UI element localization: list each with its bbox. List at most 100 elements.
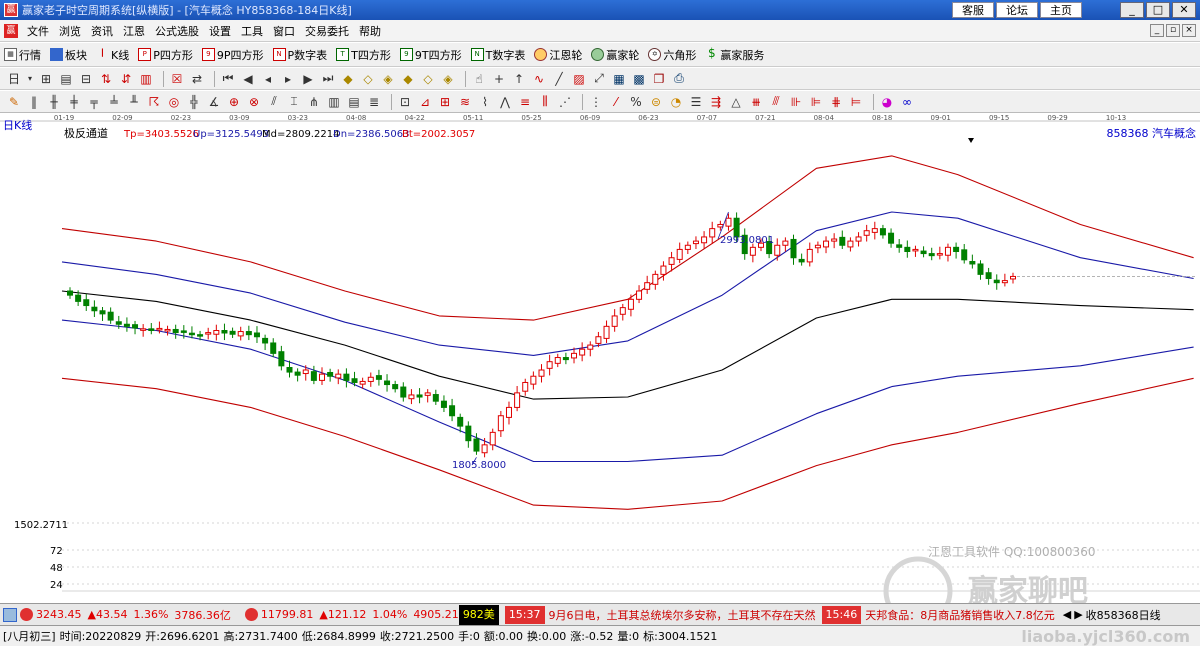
steps-icon[interactable]: ⊪ bbox=[788, 94, 804, 110]
spiral-icon[interactable]: ☈ bbox=[146, 94, 162, 110]
delete-indicator-icon[interactable]: ⊟ bbox=[78, 71, 94, 87]
text-lines-icon[interactable]: ☰ bbox=[688, 94, 704, 110]
slant-lines-icon[interactable]: ⫽ bbox=[266, 94, 282, 110]
toolbar-hexagon[interactable]: ✡ 六角形 bbox=[648, 47, 696, 63]
news1-text[interactable]: 9月6日电，土耳其总统埃尔多安称，土耳其不存在天然 bbox=[549, 607, 816, 623]
go-start-icon[interactable]: ⏮ bbox=[220, 71, 236, 87]
shift-left-icon[interactable]: ◈ bbox=[380, 71, 396, 87]
kline-bar-icon[interactable]: ⇅ bbox=[98, 71, 114, 87]
kline-hollow-icon[interactable]: ⇵ bbox=[118, 71, 134, 87]
sz-index[interactable]: 11799.81 bbox=[261, 608, 314, 621]
menu-info[interactable]: 资讯 bbox=[86, 23, 118, 39]
toolbar-9t-square[interactable]: 9 9T四方形 bbox=[399, 47, 462, 63]
child-minimize-button[interactable]: _ bbox=[1150, 24, 1164, 37]
toolbar-p-number-table[interactable]: N P数字表 bbox=[272, 47, 327, 63]
volume-icon[interactable]: ▥ bbox=[138, 71, 154, 87]
menu-help[interactable]: 帮助 bbox=[354, 23, 386, 39]
toolbar-t-number-table[interactable]: N T数字表 bbox=[470, 47, 525, 63]
toolbar-service[interactable]: $ 赢家服务 bbox=[705, 47, 764, 63]
toolbar-winner-wheel[interactable]: 赢家轮 bbox=[591, 47, 639, 63]
zoom-in-icon[interactable]: ◆ bbox=[340, 71, 356, 87]
fib-fan-icon[interactable]: ⋕ bbox=[828, 94, 844, 110]
service-link[interactable]: 客服 bbox=[952, 2, 994, 18]
measure-icon[interactable]: ▨ bbox=[571, 71, 587, 87]
go-end-icon[interactable]: ⏭ bbox=[320, 71, 336, 87]
line-draw-icon[interactable]: ╱ bbox=[551, 71, 567, 87]
menu-window[interactable]: 窗口 bbox=[268, 23, 300, 39]
comb-lines-icon[interactable]: ╤ bbox=[86, 94, 102, 110]
arrow-up-icon[interactable]: ↑ bbox=[511, 71, 527, 87]
parallel-lines-icon[interactable]: ╪ bbox=[66, 94, 82, 110]
forum-link[interactable]: 论坛 bbox=[996, 2, 1038, 18]
level-lines-icon[interactable]: ≡ bbox=[517, 94, 533, 110]
calendar-icon[interactable]: ▦ bbox=[611, 71, 627, 87]
toolbar-t-square[interactable]: T T四方形 bbox=[336, 47, 391, 63]
hand-pointer-icon[interactable]: ☝ bbox=[471, 71, 487, 87]
comb-red-icon[interactable]: ⫼ bbox=[537, 94, 553, 110]
color-wheel-icon[interactable]: ◕ bbox=[879, 94, 895, 110]
step-back-icon[interactable]: ◀ bbox=[240, 71, 256, 87]
vertical-grid-icon[interactable]: ⋮ bbox=[588, 94, 604, 110]
toolbar-sectors[interactable]: 板块 bbox=[50, 47, 87, 63]
clock-icon[interactable]: ◔ bbox=[668, 94, 684, 110]
fan-red-icon[interactable]: ⊿ bbox=[417, 94, 433, 110]
kline-chart[interactable]: 01-19 02-09 02-23 03-09 03-23 04-08 04-22 05-11… bbox=[0, 113, 1200, 626]
wave-icon[interactable]: ∿ bbox=[531, 71, 547, 87]
gann-square-icon[interactable]: ⊞ bbox=[437, 94, 453, 110]
grid-lines-icon[interactable]: ╬ bbox=[186, 94, 202, 110]
fib-arc-icon[interactable]: ⊨ bbox=[848, 94, 864, 110]
fib-time-icon[interactable]: ⊫ bbox=[808, 94, 824, 110]
menu-gann[interactable]: 江恩 bbox=[118, 23, 150, 39]
fork-icon[interactable]: ⋔ bbox=[306, 94, 322, 110]
split-icon[interactable]: ⫻ bbox=[768, 94, 784, 110]
fit-screen-icon[interactable]: ⤢ bbox=[591, 71, 607, 87]
child-close-button[interactable]: × bbox=[1182, 24, 1196, 37]
vertical-lines-icon[interactable]: ‖ bbox=[26, 94, 42, 110]
period-lines-icon[interactable]: ╨ bbox=[126, 94, 142, 110]
diag-lines-icon[interactable]: ⋰ bbox=[557, 94, 573, 110]
step-right-icon[interactable]: ▸ bbox=[280, 71, 296, 87]
sh-index[interactable]: 3243.45 bbox=[36, 608, 82, 621]
chart-area[interactable]: 01-19 02-09 02-23 03-09 03-23 04-08 04-22 05-11… bbox=[0, 113, 1200, 626]
crosshair-icon[interactable]: + bbox=[491, 71, 507, 87]
circle-target-icon[interactable]: ⊗ bbox=[246, 94, 262, 110]
bar-group-icon[interactable]: ▥ bbox=[326, 94, 342, 110]
restore-icon[interactable]: ⇄ bbox=[189, 71, 205, 87]
cycle-icon[interactable]: ⌇ bbox=[477, 94, 493, 110]
shift-right-icon[interactable]: ◆ bbox=[400, 71, 416, 87]
fan-lines-icon[interactable]: ╫ bbox=[46, 94, 62, 110]
gann-fan-icon[interactable]: ╧ bbox=[106, 94, 122, 110]
toolbar-gann-wheel[interactable]: 江恩轮 bbox=[534, 47, 582, 63]
menu-formula[interactable]: 公式选股 bbox=[150, 23, 204, 39]
ladder-icon[interactable]: ⧻ bbox=[748, 94, 764, 110]
menu-browse[interactable]: 浏览 bbox=[54, 23, 86, 39]
pencil-icon[interactable]: ✎ bbox=[6, 94, 22, 110]
grid-icon[interactable]: ▩ bbox=[631, 71, 647, 87]
window-select-icon[interactable]: 日 bbox=[6, 71, 22, 87]
calc-icon[interactable] bbox=[3, 607, 17, 622]
infinity-icon[interactable]: ∞ bbox=[899, 94, 915, 110]
toolbar-9p-square[interactable]: 9 9P四方形 bbox=[201, 47, 264, 63]
bracket-icon[interactable]: ⌶ bbox=[286, 94, 302, 110]
percent-icon[interactable]: % bbox=[628, 94, 644, 110]
toolbar-kline[interactable]: ┃ K线 bbox=[96, 47, 129, 63]
step-left-icon[interactable]: ◂ bbox=[260, 71, 276, 87]
wedge-icon[interactable]: ⋀ bbox=[497, 94, 513, 110]
menu-file[interactable]: 文件 bbox=[22, 23, 54, 39]
angle-lines-icon[interactable]: ∡ bbox=[206, 94, 222, 110]
target-icon[interactable]: ⊕ bbox=[226, 94, 242, 110]
sub-window-icon[interactable]: ▤ bbox=[58, 71, 74, 87]
arrow-lines-icon[interactable]: ⇶ bbox=[708, 94, 724, 110]
copy-icon[interactable]: ❐ bbox=[651, 71, 667, 87]
home-link[interactable]: 主页 bbox=[1040, 2, 1082, 18]
toolbar-p-square[interactable]: P P四方形 bbox=[138, 47, 193, 63]
step-forward-icon[interactable]: ▶ bbox=[300, 71, 316, 87]
dropdown-arrow-icon[interactable]: ▾ bbox=[26, 71, 34, 87]
stack-lines-icon[interactable]: ≣ bbox=[366, 94, 382, 110]
channel-icon[interactable]: ◎ bbox=[166, 94, 182, 110]
add-indicator-icon[interactable]: ⊞ bbox=[38, 71, 54, 87]
close-button[interactable]: ✕ bbox=[1172, 2, 1196, 18]
slash-icon[interactable]: ⁄ bbox=[608, 94, 624, 110]
news2-text[interactable]: 天邦食品：8月商品猪销售收入7.8亿元 bbox=[865, 607, 1055, 623]
toolbar-quotes[interactable]: ▦ 行情 bbox=[4, 47, 41, 63]
